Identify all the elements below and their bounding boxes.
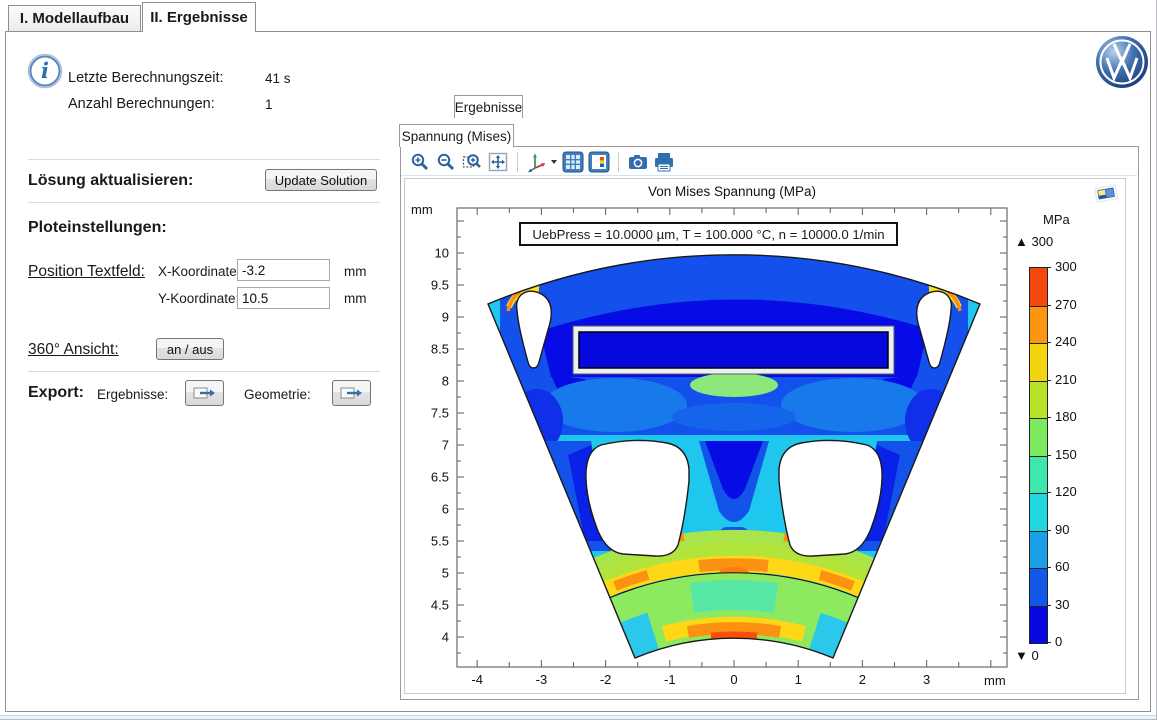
export-geometry-button[interactable] [332,380,371,406]
svg-text:i: i [41,58,49,83]
flux-barrier-cutout-left [586,440,689,556]
computation-count-value: 1 [265,97,273,112]
flux-barrier-cutout-right [779,440,882,556]
separator [28,159,380,160]
info-icon: i [26,52,64,90]
svg-text:4: 4 [442,630,449,645]
tab-modellaufbau-label: I. Modellaufbau [20,10,129,27]
zoom-in-button[interactable] [408,150,432,174]
textfield-position-label: Position Textfeld: [28,263,145,281]
svg-text:6.5: 6.5 [431,470,449,485]
export-heading: Export: [28,384,84,402]
svg-text:10: 10 [435,246,449,261]
svg-text:4.5: 4.5 [431,598,449,613]
tab-modellaufbau[interactable]: I. Modellaufbau [8,5,141,32]
tab-spannung-mises-label: Spannung (Mises) [402,129,512,144]
zoom-box-icon [462,152,482,172]
svg-text:9: 9 [442,310,449,325]
zoom-box-button[interactable] [460,150,484,174]
svg-text:3: 3 [923,672,930,687]
parameter-annotation: UebPress = 10.0000 µm, T = 100.000 °C, n… [519,222,898,246]
update-solution-heading: Lösung aktualisieren: [28,172,193,190]
tab-ergebnisse-main[interactable]: II. Ergebnisse [142,2,256,32]
svg-text:0: 0 [730,672,737,687]
legend-icon [588,151,610,173]
svg-text:-4: -4 [471,672,483,687]
print-button[interactable] [652,150,676,174]
svg-text:8: 8 [442,374,449,389]
view-orientation-button[interactable] [525,150,559,174]
x-coordinate-input[interactable] [237,259,330,281]
x-coordinate-label: X-Koordinate: [158,264,241,279]
zoom-in-icon [410,152,430,172]
vw-logo [1095,35,1149,89]
view-360-label: 360° Ansicht: [28,341,119,359]
svg-text:-2: -2 [600,672,612,687]
view-orientation-icon [526,151,558,173]
view-360-toggle-button[interactable]: an / aus [156,338,224,360]
export-icon [193,385,217,401]
zoom-extents-icon [488,152,508,172]
separator [28,202,380,203]
plot-window-icon[interactable] [1091,180,1121,206]
toolbar-separator [618,152,619,172]
show-grid-button[interactable] [561,150,585,174]
app-window: I. Modellaufbau II. Ergebnisse i Letzte … [0,0,1157,720]
camera-icon [627,151,649,173]
tab-spannung-mises[interactable]: Spannung (Mises) [399,124,514,147]
svg-text:-1: -1 [664,672,676,687]
y-coordinate-label: Y-Koordinate: [158,291,239,306]
snapshot-button[interactable] [626,150,650,174]
last-computation-value: 41 s [265,71,291,86]
update-solution-button[interactable]: Update Solution [265,169,377,191]
svg-text:5.5: 5.5 [431,534,449,549]
svg-text:9.5: 9.5 [431,278,449,293]
legend-unit: MPa [1043,212,1070,227]
color-legend-bar [1029,267,1048,644]
y-coordinate-input[interactable] [237,287,330,309]
svg-text:7.5: 7.5 [431,406,449,421]
zoom-out-icon [436,152,456,172]
export-geometry-label: Geometrie: [244,387,311,402]
stress-surface-plot: -4 -3 -2 -1 0 1 2 3 10 9.5 9 8.5 8 7.5 7 6.5 6 5.5 5 4.5 4 [405,179,1125,693]
svg-text:7: 7 [442,438,449,453]
y-unit-label: mm [344,291,367,306]
svg-text:1: 1 [795,672,802,687]
zoom-out-button[interactable] [434,150,458,174]
zoom-extents-button[interactable] [486,150,510,174]
export-results-button[interactable] [185,380,224,406]
svg-text:5: 5 [442,566,449,581]
tab-ergebnisse-main-label: II. Ergebnisse [150,9,248,26]
separator [28,371,380,372]
export-icon [340,385,364,401]
last-computation-label: Letzte Berechnungszeit: [68,70,224,86]
tab-ergebnisse-view-label: Ergebnisse [455,100,523,115]
update-solution-button-label: Update Solution [275,173,368,188]
svg-text:2: 2 [859,672,866,687]
svg-text:6: 6 [442,502,449,517]
legend-min-marker: ▼ 0 [1015,648,1039,663]
window-bottom-strip [0,715,1157,719]
legend-max-marker: ▲ 300 [1015,234,1053,249]
svg-text:8.5: 8.5 [431,342,449,357]
x-unit-label: mm [344,264,367,279]
tab-ergebnisse-view[interactable]: Ergebnisse [454,95,523,118]
plot-toolbar [401,148,1137,176]
toolbar-separator [517,152,518,172]
export-results-label: Ergebnisse: [97,387,168,402]
computation-count-label: Anzahl Berechnungen: [68,96,215,112]
show-legend-button[interactable] [587,150,611,174]
plot-area[interactable]: Von Mises Spannung (MPa) mm mm UebPress … [404,178,1126,694]
grid-icon [562,151,584,173]
printer-icon [653,151,675,173]
plot-settings-heading: Ploteinstellungen: [28,219,167,237]
view-360-toggle-label: an / aus [167,342,213,357]
parameter-annotation-text: UebPress = 10.0000 µm, T = 100.000 °C, n… [532,227,884,242]
svg-text:-3: -3 [536,672,548,687]
magnet [579,332,888,368]
